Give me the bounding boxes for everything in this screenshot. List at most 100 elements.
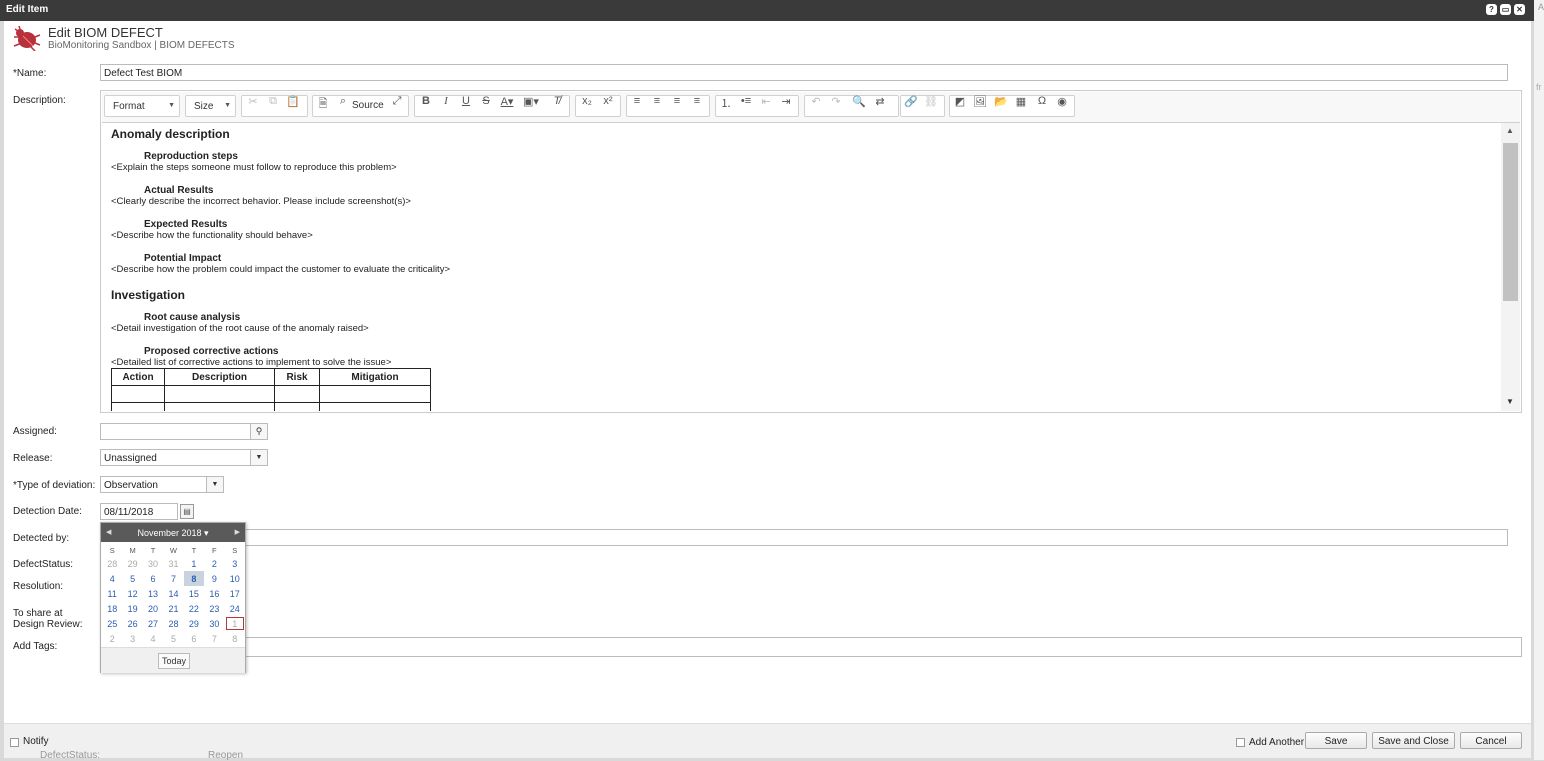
calendar-day[interactable]: 2 [102, 631, 122, 646]
editor-content[interactable]: Anomaly description Reproduction steps <… [102, 123, 1498, 411]
size-dropdown[interactable]: Size ▼ [185, 95, 236, 117]
calendar-day[interactable]: 14 [163, 586, 183, 601]
add-another-checkbox[interactable] [1236, 738, 1245, 747]
tags-input[interactable] [100, 637, 1522, 657]
close-icon[interactable]: ✕ [1514, 4, 1525, 15]
calendar-day[interactable]: 11 [102, 586, 122, 601]
subscript-icon[interactable]: x₂ [578, 95, 596, 107]
source-button[interactable]: Source [352, 100, 384, 111]
calendar-day[interactable]: 18 [102, 601, 122, 616]
save-button[interactable]: Save [1305, 732, 1367, 749]
calendar-day[interactable]: 23 [204, 601, 224, 616]
indent-icon[interactable]: ⇥ [777, 95, 795, 108]
paste-icon[interactable]: 📋 [284, 95, 302, 108]
calendar-day[interactable]: 30 [204, 616, 224, 631]
cut-icon[interactable]: ✂ [244, 95, 262, 108]
name-input[interactable]: Defect Test BIOM [100, 64, 1508, 81]
calendar-day[interactable]: 27 [143, 616, 163, 631]
month-selector[interactable]: November 2018 ▾ [101, 528, 245, 539]
calendar-day[interactable]: 31 [163, 556, 183, 571]
calendar-day[interactable]: 22 [184, 601, 204, 616]
source-icon[interactable]: ⌕ [334, 95, 352, 108]
calendar-day[interactable]: 5 [122, 571, 142, 586]
chevron-down-icon[interactable]: ▼ [250, 450, 267, 465]
calendar-day[interactable]: 24 [225, 601, 245, 616]
text-color-icon[interactable]: A▾ [498, 95, 516, 108]
calendar-day[interactable]: 30 [143, 556, 163, 571]
calendar-day[interactable]: 4 [102, 571, 122, 586]
today-button[interactable]: Today [158, 653, 191, 669]
remove-format-icon[interactable]: T̸ [548, 95, 566, 107]
calendar-day[interactable]: 29 [122, 556, 142, 571]
calendar-day[interactable]: 28 [102, 556, 122, 571]
copy-icon[interactable]: ⧉ [264, 95, 282, 108]
document-icon[interactable]: 🗎 [314, 95, 332, 114]
date-picker[interactable]: ◀ November 2018 ▾ ▶ S M T W T F S 28 29 … [100, 522, 246, 673]
table-icon[interactable]: ▦ [1012, 95, 1030, 108]
calendar-day[interactable]: 2 [204, 556, 224, 571]
detection-date-input[interactable]: 08/11/2018 [100, 503, 178, 520]
calendar-day[interactable]: 25 [102, 616, 122, 631]
image-icon[interactable]: 🖼 [971, 95, 989, 108]
undo-icon[interactable]: ↶ [807, 95, 825, 108]
calendar-day[interactable]: 1 [184, 556, 204, 571]
description-editor[interactable]: Format ▼ Size ▼ ✂ ⧉ 📋 🗎 ⌕ Source ⤢ B I U S… [100, 90, 1522, 413]
bold-icon[interactable]: B [417, 95, 435, 107]
deviation-select[interactable]: Observation ▼ [100, 476, 224, 493]
calendar-day[interactable]: 19 [122, 601, 142, 616]
scroll-up-icon[interactable]: ▲ [1506, 126, 1514, 135]
detected-by-input[interactable] [100, 529, 1508, 546]
underline-icon[interactable]: U [457, 95, 475, 107]
maximize-editor-icon[interactable]: ⤢ [388, 95, 406, 108]
notify-checkbox[interactable] [10, 738, 19, 747]
unlink-icon[interactable]: ⛓ [922, 95, 940, 108]
calendar-day[interactable]: 20 [143, 601, 163, 616]
calendar-day[interactable]: 15 [184, 586, 204, 601]
strikethrough-icon[interactable]: S [477, 95, 495, 107]
justify-icon[interactable]: ≡ [688, 95, 706, 107]
calendar-day-selected[interactable]: 8 [183, 571, 205, 586]
link-icon[interactable]: 🔗 [902, 95, 920, 108]
align-right-icon[interactable]: ≡ [668, 95, 686, 107]
calendar-day[interactable]: 13 [143, 586, 163, 601]
editor-scrollbar[interactable]: ▲ ▼ [1501, 123, 1520, 411]
calendar-day[interactable]: 9 [204, 571, 224, 586]
scroll-down-icon[interactable]: ▼ [1506, 397, 1514, 406]
help-icon[interactable]: ? [1486, 4, 1497, 15]
calendar-day[interactable]: 6 [184, 631, 204, 646]
background-color-icon[interactable]: ▣▾ [522, 95, 540, 108]
calendar-day[interactable]: 12 [122, 586, 142, 601]
format-dropdown[interactable]: Format ▼ [104, 95, 180, 117]
calendar-day[interactable]: 7 [163, 571, 183, 586]
calendar-day[interactable]: 7 [204, 631, 224, 646]
calendar-icon[interactable]: ▤ [180, 504, 194, 519]
scrollbar-thumb[interactable] [1503, 143, 1518, 301]
calendar-day[interactable]: 21 [163, 601, 183, 616]
replace-icon[interactable]: ⇄ [871, 95, 889, 108]
corrective-actions-table[interactable]: Action Description Risk Mitigation [111, 368, 431, 411]
calendar-day[interactable]: 5 [163, 631, 183, 646]
maximize-icon[interactable]: ▭ [1500, 4, 1511, 15]
calendar-day[interactable]: 3 [225, 556, 245, 571]
find-icon[interactable]: 🔍 [850, 95, 868, 108]
calendar-day[interactable]: 28 [163, 616, 183, 631]
calendar-day[interactable]: 29 [184, 616, 204, 631]
save-and-close-button[interactable]: Save and Close [1372, 732, 1455, 749]
search-icon[interactable]: ⚲ [250, 424, 267, 439]
calendar-day[interactable]: 26 [122, 616, 142, 631]
accessibility-icon[interactable]: ◉ [1053, 95, 1071, 108]
release-select[interactable]: Unassigned ▼ [100, 449, 268, 466]
next-month-icon[interactable]: ▶ [235, 528, 240, 536]
numbered-list-icon[interactable]: ⒈ [717, 95, 735, 111]
calendar-day[interactable]: 16 [204, 586, 224, 601]
template-icon[interactable]: ◩ [951, 95, 969, 108]
italic-icon[interactable]: I [437, 95, 455, 107]
align-left-icon[interactable]: ≡ [628, 95, 646, 107]
bulleted-list-icon[interactable]: •≡ [737, 95, 755, 107]
calendar-day-today[interactable]: 1 [225, 616, 245, 631]
assigned-input[interactable]: ⚲ [100, 423, 268, 440]
superscript-icon[interactable]: x² [599, 95, 617, 107]
chevron-down-icon[interactable]: ▼ [206, 477, 223, 492]
align-center-icon[interactable]: ≡ [648, 95, 666, 107]
calendar-day[interactable]: 8 [225, 631, 245, 646]
